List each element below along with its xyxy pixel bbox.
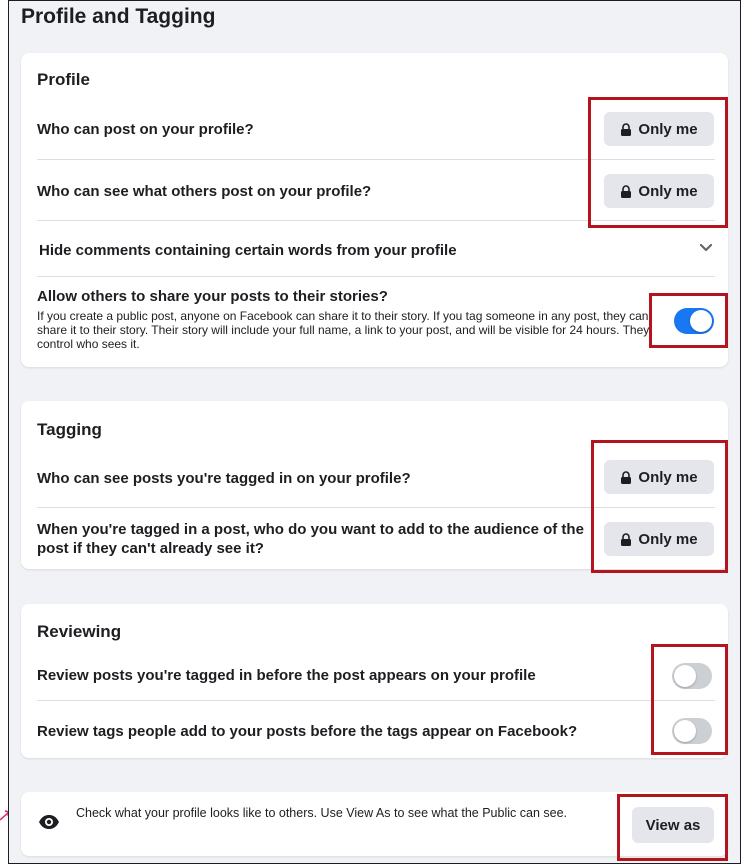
view-as-description: Check what your profile looks like to ot…: [76, 806, 567, 820]
reviewing-section-title: Reviewing: [37, 622, 122, 641]
review-tags-toggle[interactable]: [672, 718, 712, 744]
lock-icon: [621, 184, 632, 198]
lock-icon: [621, 122, 632, 136]
tagged-posts-visibility-label: Who can see posts you're tagged in on yo…: [37, 470, 411, 487]
toggle-knob: [690, 310, 712, 332]
reviewing-card: Reviewing Review posts you're tagged in …: [21, 604, 728, 758]
view-as-button[interactable]: View as: [632, 807, 714, 843]
audience-value: Only me: [638, 530, 698, 548]
tag-audience-button[interactable]: Only me: [604, 522, 714, 556]
review-tagged-posts-toggle[interactable]: [672, 663, 712, 689]
share-stories-label: Allow others to share your posts to thei…: [37, 288, 388, 305]
who-can-see-others-posts-audience-button[interactable]: Only me: [604, 174, 714, 208]
review-tagged-posts-label: Review posts you're tagged in before the…: [37, 667, 536, 684]
who-can-post-label: Who can post on your profile?: [37, 121, 254, 138]
lock-icon: [621, 470, 632, 484]
tagging-section-title: Tagging: [37, 420, 102, 439]
share-stories-toggle[interactable]: [674, 308, 714, 334]
divider: [37, 700, 715, 701]
who-can-post-audience-button[interactable]: Only me: [604, 112, 714, 146]
settings-panel: Profile and Tagging Profile Who can post…: [8, 0, 741, 864]
divider: [37, 276, 715, 277]
view-as-card: Check what your profile looks like to ot…: [21, 792, 728, 856]
lock-icon: [621, 532, 632, 546]
page-title: Profile and Tagging: [21, 5, 216, 28]
eye-icon: [39, 815, 59, 829]
audience-value: Only me: [638, 468, 698, 486]
tagged-posts-visibility-audience-button[interactable]: Only me: [604, 460, 714, 494]
who-can-see-others-posts-label: Who can see what others post on your pro…: [37, 183, 372, 200]
review-tags-label: Review tags people add to your posts bef…: [37, 723, 578, 740]
divider: [37, 159, 715, 160]
divider: [37, 507, 715, 508]
profile-card: Profile Who can post on your profile? On…: [21, 53, 728, 367]
tag-audience-label: When you're tagged in a post, who do you…: [37, 521, 584, 557]
chevron-down-icon[interactable]: [700, 244, 712, 252]
hide-comments-label[interactable]: Hide comments containing certain words f…: [39, 241, 457, 260]
toggle-knob: [674, 720, 696, 742]
toggle-knob: [674, 665, 696, 687]
audience-value: Only me: [638, 120, 698, 138]
divider: [37, 220, 715, 221]
share-stories-description: If you create a public post, anyone on F…: [37, 309, 650, 351]
tagging-card: Tagging Who can see posts you're tagged …: [21, 401, 728, 569]
audience-value: Only me: [638, 182, 698, 200]
profile-section-title: Profile: [37, 70, 90, 89]
